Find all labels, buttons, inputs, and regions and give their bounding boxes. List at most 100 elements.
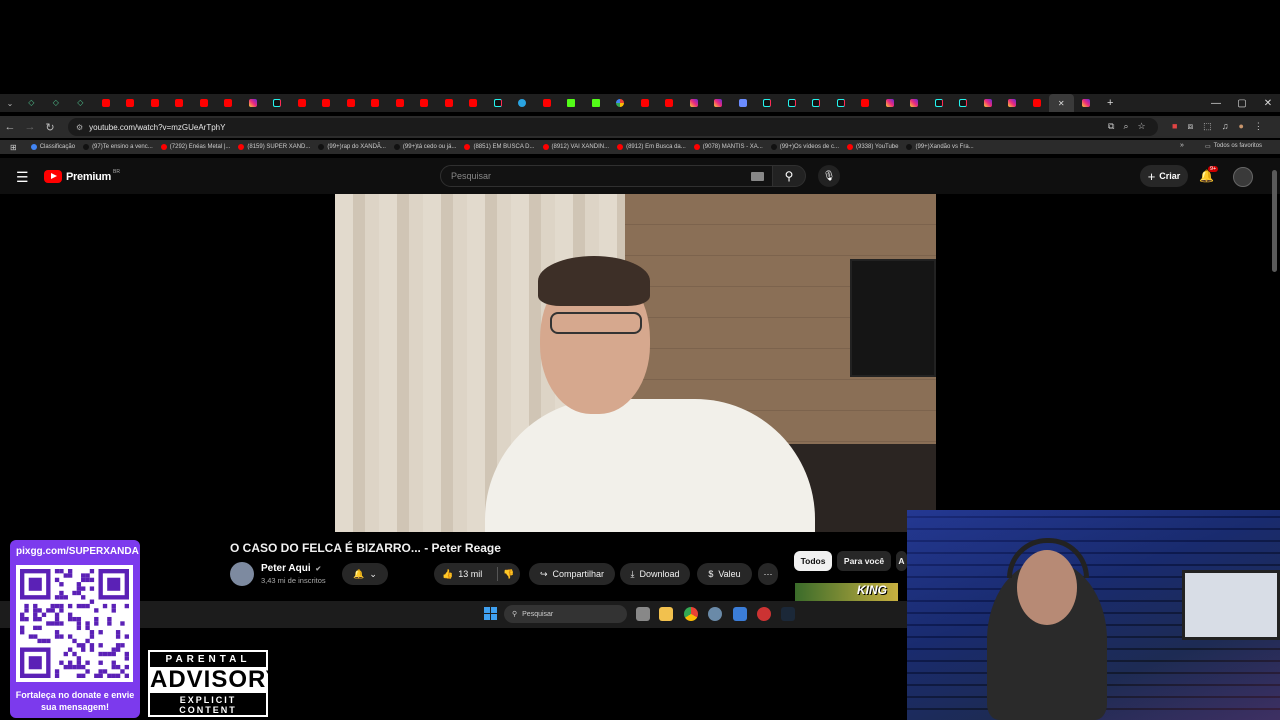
bookmark-star-icon[interactable]: ☆: [1137, 121, 1145, 132]
browser-tab[interactable]: [388, 94, 413, 112]
share-button[interactable]: ↪ Compartilhar: [529, 563, 615, 585]
download-button[interactable]: ⤓ Download: [620, 563, 690, 585]
apps-grid-icon[interactable]: ⊞: [10, 143, 17, 152]
bookmark-item[interactable]: (99+)rap do XANDÃ...: [318, 144, 386, 150]
browser-tab[interactable]: [118, 94, 143, 112]
bookmark-item[interactable]: (7292) Enéas Metal |...: [160, 144, 230, 150]
bookmark-item[interactable]: (8159) SUPER XAND...: [238, 144, 310, 150]
create-button[interactable]: + Criar: [1140, 165, 1188, 187]
browser-tab[interactable]: [804, 94, 829, 112]
browser-tab[interactable]: [559, 94, 584, 112]
browser-tab[interactable]: [241, 94, 266, 112]
chrome-icon[interactable]: [684, 607, 698, 621]
browser-tab[interactable]: [976, 94, 1001, 112]
steam-icon[interactable]: [781, 607, 795, 621]
browser-tab[interactable]: [657, 94, 682, 112]
thumbs-down-icon[interactable]: 👎: [503, 569, 514, 580]
youtube-logo[interactable]: Premium BR: [44, 169, 120, 183]
hamburger-menu-icon[interactable]: ☰: [16, 169, 29, 186]
browser-tab[interactable]: [290, 94, 315, 112]
forward-button[interactable]: →: [20, 116, 40, 138]
browser-tab[interactable]: [584, 94, 609, 112]
profile-avatar[interactable]: ●: [1238, 121, 1243, 132]
browser-tab[interactable]: [461, 94, 486, 112]
extension-puzzle-icon[interactable]: ⧈: [1187, 121, 1193, 132]
browser-tab[interactable]: [486, 94, 511, 112]
bookmark-item[interactable]: (8912) VAI XANDIN...: [542, 144, 609, 150]
back-button[interactable]: ←: [0, 116, 20, 138]
browser-tab[interactable]: [1074, 94, 1099, 112]
search-button[interactable]: ⚲: [772, 165, 806, 187]
browser-menu-icon[interactable]: ⋮: [1254, 121, 1263, 132]
reload-button[interactable]: ↻: [40, 116, 60, 138]
browser-tab[interactable]: [682, 94, 707, 112]
browser-tab[interactable]: [510, 94, 535, 112]
install-app-icon[interactable]: ⧉: [1108, 121, 1114, 132]
browser-tab[interactable]: [633, 94, 658, 112]
browser-tab[interactable]: [755, 94, 780, 112]
bookmark-item[interactable]: (8851) EM BUSCA D...: [464, 144, 535, 150]
notifications-button[interactable]: 🔔 9+: [1199, 166, 1219, 183]
bookmark-item[interactable]: (9078) MANTIS - XA...: [693, 144, 763, 150]
browser-tab[interactable]: [902, 94, 927, 112]
channel-name[interactable]: Peter Aqui ✔: [261, 563, 321, 574]
voice-search-button[interactable]: 🎙: [818, 165, 840, 187]
browser-tab[interactable]: [951, 94, 976, 112]
chip-more[interactable]: A: [896, 551, 907, 571]
channel-avatar[interactable]: [230, 562, 254, 586]
browser-tab[interactable]: [1025, 94, 1050, 112]
bookmark-item[interactable]: (8912) Em Busca da...: [617, 144, 686, 150]
bookmark-item[interactable]: (99+)Os vídeos de c...: [770, 144, 839, 150]
browser-tab[interactable]: [829, 94, 854, 112]
browser-tab[interactable]: ◇: [69, 94, 94, 112]
bookmark-item[interactable]: (97)Te ensino a venc...: [83, 144, 153, 150]
taskbar-search[interactable]: ⚲ Pesquisar: [504, 605, 627, 623]
close-window-button[interactable]: ✕: [1255, 94, 1280, 112]
chip-todos[interactable]: Todos: [794, 551, 832, 571]
suggested-video-thumbnail[interactable]: KING: [795, 583, 898, 601]
browser-tab[interactable]: [927, 94, 952, 112]
site-info-icon[interactable]: ⚙: [76, 123, 83, 132]
browser-tab[interactable]: ◇: [45, 94, 70, 112]
app-icon[interactable]: [733, 607, 747, 621]
browser-tab[interactable]: [143, 94, 168, 112]
chip-para-voce[interactable]: Para você: [837, 551, 891, 571]
browser-tab[interactable]: [878, 94, 903, 112]
browser-tab[interactable]: [1000, 94, 1025, 112]
bookmark-item[interactable]: (99+)tá cedo ou já...: [393, 144, 456, 150]
file-explorer-icon[interactable]: [659, 607, 673, 621]
browser-tab[interactable]: [339, 94, 364, 112]
browser-tab[interactable]: [731, 94, 756, 112]
like-button[interactable]: 👍 13 mil 👎: [434, 563, 520, 585]
page-scrollbar[interactable]: [1272, 170, 1277, 272]
browser-tab[interactable]: [94, 94, 119, 112]
settings-icon[interactable]: [708, 607, 722, 621]
search-input[interactable]: Pesquisar: [440, 165, 773, 187]
task-view-icon[interactable]: [636, 607, 650, 621]
bookmark-item[interactable]: (9338) YouTube: [847, 144, 898, 150]
tab-search-dropdown[interactable]: ⌄: [0, 94, 20, 112]
bookmark-item[interactable]: (99+)Xandão vs Fra...: [906, 144, 974, 150]
browser-tab[interactable]: [314, 94, 339, 112]
browser-tab[interactable]: [780, 94, 805, 112]
browser-tab[interactable]: [265, 94, 290, 112]
new-tab-button[interactable]: +: [1098, 94, 1123, 112]
browser-tab[interactable]: [535, 94, 560, 112]
browser-tab[interactable]: [216, 94, 241, 112]
browser-tab[interactable]: [412, 94, 437, 112]
more-actions-button[interactable]: ⋯: [758, 563, 778, 585]
subscribe-bell-button[interactable]: 🔔 ⌄: [342, 563, 388, 585]
browser-tab[interactable]: ◇: [20, 94, 45, 112]
extension-red-icon[interactable]: ■: [1172, 121, 1177, 132]
video-player[interactable]: [335, 194, 936, 532]
thanks-button[interactable]: $ Valeu: [697, 563, 752, 585]
windows-start-icon[interactable]: [484, 607, 497, 620]
browser-tab[interactable]: [853, 94, 878, 112]
browser-tab[interactable]: [437, 94, 462, 112]
maximize-button[interactable]: ▢: [1229, 94, 1255, 112]
zoom-icon[interactable]: ⌕: [1123, 121, 1128, 132]
browser-tab[interactable]: [608, 94, 633, 112]
extension-icon[interactable]: ⬚: [1203, 121, 1212, 132]
address-bar[interactable]: ⚙ youtube.com/watch?v=mzGUeArTphY: [68, 118, 1158, 136]
browser-tab[interactable]: [192, 94, 217, 112]
